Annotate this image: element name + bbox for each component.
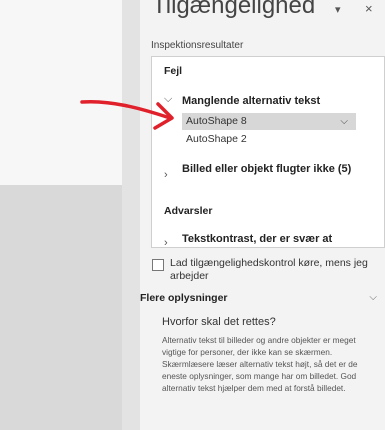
annotation-arrow <box>80 99 174 130</box>
